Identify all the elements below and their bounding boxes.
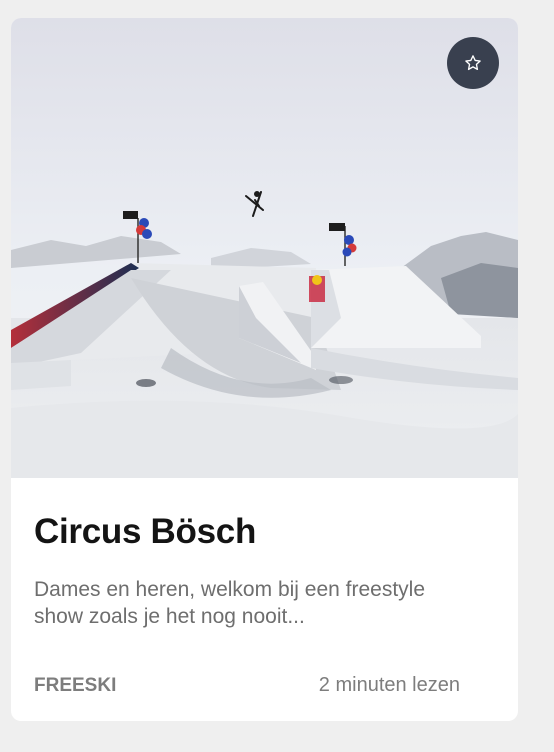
article-title[interactable]: Circus Bösch: [34, 512, 256, 552]
article-category: FREESKI: [34, 675, 117, 696]
article-image: [11, 18, 518, 478]
read-time: 2 minuten lezen: [318, 674, 460, 696]
article-card[interactable]: Circus Bösch Dames en heren, welkom bij …: [11, 18, 518, 721]
article-description: Dames en heren, welkom bij een freestyle…: [34, 578, 426, 628]
favorite-button[interactable]: [447, 37, 499, 89]
star-outline-icon: [464, 54, 482, 72]
